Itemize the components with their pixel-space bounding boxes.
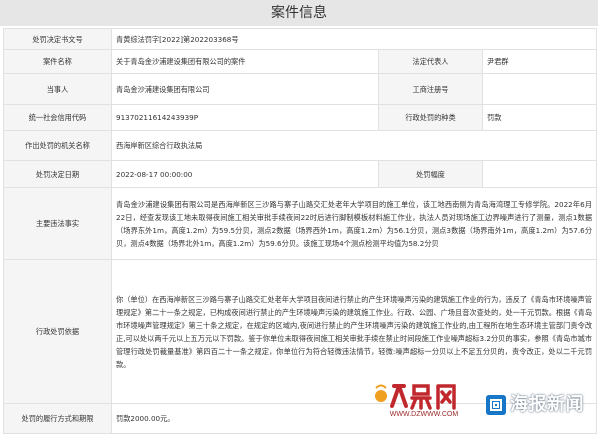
haibao-text: 海报新闻 (510, 394, 584, 415)
violation-value: 青岛金沙浦建设集团有限公司是西海岸新区三沙路与寨子山路交汇处老年大学项目的施工单… (110, 187, 598, 260)
violation-label: 主要违法事实 (3, 187, 112, 260)
party-value: 青岛金沙浦建设集团有限公司 (111, 73, 379, 105)
penalty-range-value (481, 160, 598, 188)
reg-no-label: 工商注册号 (378, 73, 483, 105)
row-authority: 作出处罚的机关名称 西海岸新区综合行政执法局 (3, 130, 598, 161)
row-case-name: 案件名称 关于青岛金沙浦建设集团有限公司的案件 法定代表人 尹君群 (3, 49, 598, 74)
basis-label: 行政处罚依据 (3, 259, 112, 404)
authority-value: 西海岸新区综合行政执法局 (110, 130, 598, 161)
basis-value: 你（单位）在西海岸新区三沙路与寨子山路交汇处老年大学项目夜间进行禁止的产生环境噪… (110, 259, 598, 404)
legal-rep-value: 尹君群 (481, 49, 598, 74)
reg-no-value (481, 73, 598, 105)
case-name-value: 关于青岛金沙浦建设集团有限公司的案件 (111, 49, 379, 74)
authority-label: 作出处罚的机关名称 (3, 130, 112, 161)
haibao-logo-icon (486, 395, 506, 415)
case-name-label: 案件名称 (3, 49, 112, 74)
decision-date-label: 处罚决定日期 (3, 160, 112, 188)
decision-no-label: 处罚决定书文号 (3, 28, 112, 50)
credit-code-value: 91370211614243939P (111, 104, 379, 131)
row-credit-code: 统一社会信用代码 91370211614243939P 行政处罚的种类 罚款 (3, 104, 598, 131)
row-basis: 行政处罚依据 你（单位）在西海岸新区三沙路与寨子山路交汇处老年大学项目夜间进行禁… (3, 259, 598, 404)
dazhong-watermark: WWW.DZWWW.COM (372, 382, 480, 426)
case-info-table: 处罚决定书文号 青黄综法罚字[2022]第202203368号 案件名称 关于青… (3, 28, 598, 434)
page-title: 案件信息 (0, 0, 598, 26)
dazhong-logo-icon (375, 384, 456, 410)
penalty-range-label: 处罚幅度 (378, 160, 483, 188)
legal-rep-label: 法定代表人 (378, 49, 483, 74)
decision-no-value: 青黄综法罚字[2022]第202203368号 (110, 28, 598, 50)
haibao-watermark: 海报新闻 (486, 393, 592, 419)
method-label: 处罚的履行方式和期限 (3, 403, 112, 434)
row-violation: 主要违法事实 青岛金沙浦建设集团有限公司是西海岸新区三沙路与寨子山路交汇处老年大… (3, 187, 598, 260)
row-decision-date: 处罚决定日期 2022-08-17 00:00:00 处罚幅度 (3, 160, 598, 188)
credit-code-label: 统一社会信用代码 (3, 104, 112, 131)
decision-date-value: 2022-08-17 00:00:00 (111, 160, 379, 188)
dazhong-url: WWW.DZWWW.COM (389, 411, 459, 418)
penalty-type-label: 行政处罚的种类 (378, 104, 483, 131)
row-decision-no: 处罚决定书文号 青黄综法罚字[2022]第202203368号 (3, 28, 598, 50)
penalty-type-value: 罚款 (481, 104, 598, 131)
party-label: 当事人 (3, 73, 112, 105)
row-party: 当事人 青岛金沙浦建设集团有限公司 工商注册号 (3, 73, 598, 105)
